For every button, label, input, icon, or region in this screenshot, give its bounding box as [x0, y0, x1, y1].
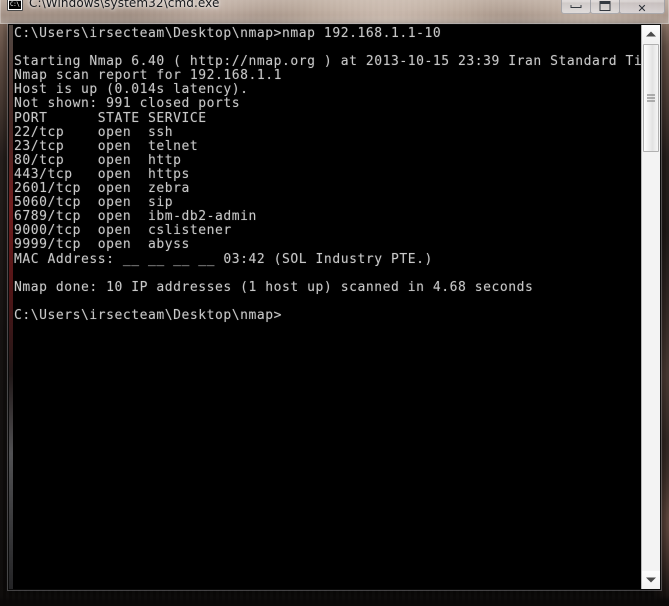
console-line: Not shown: 991 closed ports [14, 96, 241, 112]
scrollbar-grip-icon [647, 94, 655, 102]
console-output: C:\Users\irsecteam\Desktop\nmap>nmap 192… [14, 26, 659, 323]
chevron-up-icon [646, 31, 656, 37]
console-line: 443/tcp open https [14, 166, 190, 182]
scroll-up-arrow-button[interactable] [642, 25, 660, 43]
scroll-down-arrow-button[interactable] [642, 571, 660, 589]
scrollbar-thumb[interactable] [643, 44, 659, 152]
maximize-icon [599, 1, 611, 11]
window-bottom-shadow [0, 596, 669, 606]
close-icon: ✕ [637, 2, 647, 15]
chevron-down-icon [646, 577, 656, 583]
console-line: 22/tcp open ssh [14, 124, 174, 140]
console-line: 9999/tcp open abyss [14, 237, 190, 253]
maximize-button[interactable] [590, 0, 620, 14]
console-line: PORT STATE SERVICE [14, 110, 207, 126]
close-button[interactable]: ✕ [619, 0, 665, 14]
console-line: 23/tcp open telnet [14, 138, 199, 154]
cmd-icon-label: C:\ [9, 1, 21, 9]
console-line: MAC Address: __ __ __ __ 03:42 (SOL Indu… [14, 251, 433, 267]
console-client-area[interactable]: C:\Users\irsecteam\Desktop\nmap>nmap 192… [8, 24, 661, 590]
minimize-button[interactable] [561, 0, 591, 14]
console-scrollbar[interactable] [641, 25, 660, 589]
screen: C:\ C:\Windows\system32\cmd.exe ✕ C:\Use… [0, 0, 669, 606]
console-line: 80/tcp open http [14, 152, 182, 168]
window-title: C:\Windows\system32\cmd.exe [29, 0, 220, 10]
console-left-edge-artifact [9, 25, 13, 589]
console-line: Nmap done: 10 IP addresses (1 host up) s… [14, 279, 534, 295]
console-line: 2601/tcp open zebra [14, 181, 190, 197]
cmd-window: C:\ C:\Windows\system32\cmd.exe ✕ C:\Use… [0, 0, 669, 596]
window-controls: ✕ [561, 0, 665, 14]
cmd-console-icon: C:\ [7, 0, 23, 11]
console-line: C:\Users\irsecteam\Desktop\nmap> [14, 307, 283, 323]
console-line: C:\Users\irsecteam\Desktop\nmap>nmap 192… [14, 26, 442, 41]
window-titlebar[interactable]: C:\ C:\Windows\system32\cmd.exe ✕ [0, 0, 669, 24]
minimize-icon [570, 5, 582, 8]
